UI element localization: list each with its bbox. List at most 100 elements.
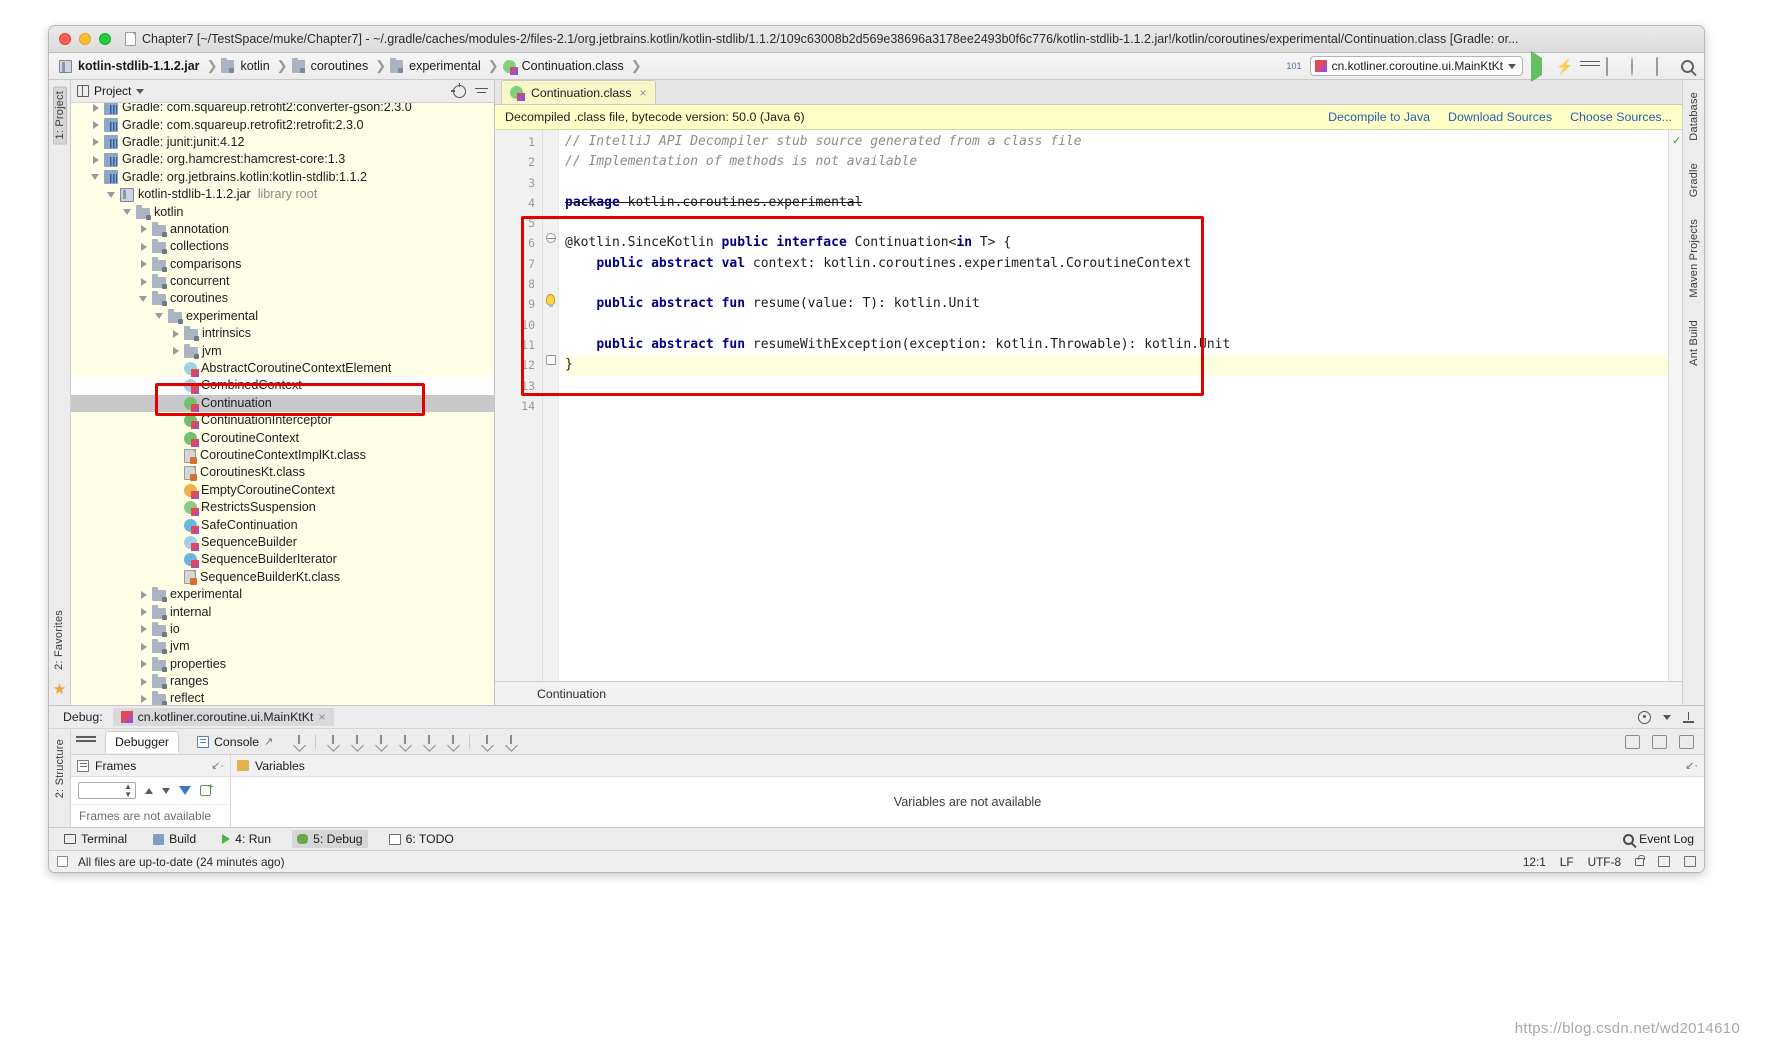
settings-icon[interactable]	[1625, 734, 1640, 749]
breadcrumb-item-experimental[interactable]: experimental	[390, 57, 484, 73]
code-line[interactable]: public abstract fun resume(value: T): ko…	[565, 294, 1668, 314]
tree-node[interactable]: Continuation	[71, 394, 494, 413]
tree-node[interactable]: CoroutinesKt.class	[71, 464, 494, 481]
run-button[interactable]	[1531, 50, 1548, 82]
intention-bulb-icon[interactable]	[546, 294, 555, 307]
editor-marker-rail[interactable]: ✓	[1668, 130, 1682, 681]
tool-window-build[interactable]: Build	[148, 830, 201, 848]
tool-window-ant[interactable]: Ant Build	[1688, 316, 1700, 370]
mute-breakpoints-icon[interactable]	[503, 734, 518, 749]
tree-expand-arrow-icon[interactable]	[123, 207, 133, 217]
tree-expand-arrow-icon[interactable]	[139, 624, 149, 634]
code-line[interactable]: // Implementation of methods is not avai…	[565, 152, 1668, 172]
restore-layout-icon[interactable]	[1679, 734, 1694, 749]
step-out-icon[interactable]	[397, 734, 412, 749]
editor-tab-continuation[interactable]: Continuation.class ×	[501, 80, 656, 104]
drop-frame-icon[interactable]	[421, 734, 436, 749]
tool-window-debug[interactable]: 5: Debug	[292, 830, 368, 848]
tree-expand-arrow-icon[interactable]	[139, 294, 149, 304]
tree-node[interactable]: EmptyCoroutineContext	[71, 482, 494, 499]
filter-icon[interactable]	[179, 786, 191, 795]
chevron-down-icon[interactable]	[136, 88, 145, 94]
fold-end-icon[interactable]	[546, 355, 556, 365]
code-line[interactable]	[565, 376, 1668, 396]
line-separator[interactable]: LF	[1560, 855, 1574, 869]
pin-icon[interactable]: ↙·	[1685, 759, 1698, 772]
step-over-icon[interactable]	[325, 734, 340, 749]
tree-expand-arrow-icon[interactable]	[155, 311, 165, 321]
tool-window-run[interactable]: 4: Run	[217, 830, 276, 848]
tree-expand-arrow-icon[interactable]	[139, 677, 149, 687]
tree-node[interactable]: Gradle: com.squareup.retrofit2:converter…	[71, 103, 494, 116]
tree-node[interactable]: SequenceBuilderIterator	[71, 551, 494, 569]
tree-node[interactable]: coroutines	[71, 290, 494, 307]
tree-node[interactable]: jvm	[71, 638, 494, 655]
force-step-into-icon[interactable]	[373, 734, 388, 749]
tool-window-structure[interactable]: 2: Structure	[54, 735, 66, 802]
code-line[interactable]	[565, 213, 1668, 233]
debug-button[interactable]	[1581, 58, 1598, 75]
tree-expand-arrow-icon[interactable]	[139, 694, 149, 704]
tree-expand-arrow-icon[interactable]	[91, 155, 101, 165]
favorites-star-icon[interactable]: ★	[53, 682, 66, 697]
customize-threads-icon[interactable]: +	[200, 783, 215, 798]
tree-node[interactable]: experimental	[71, 308, 494, 325]
thread-selector[interactable]: ▲ ▼	[78, 782, 136, 799]
tree-node[interactable]: SequenceBuilderKt.class	[71, 569, 494, 586]
tree-node[interactable]: ContinuationInterceptor	[71, 412, 494, 430]
pin-icon[interactable]	[1652, 734, 1667, 749]
tool-window-maven[interactable]: Maven Projects	[1688, 215, 1700, 302]
tree-expand-arrow-icon[interactable]	[171, 346, 181, 356]
tree-node[interactable]: experimental	[71, 586, 494, 603]
tree-node[interactable]: internal	[71, 603, 494, 620]
tab-console[interactable]: Console ↗	[188, 732, 282, 752]
tree-node[interactable]: kotlin	[71, 203, 494, 220]
tab-debugger[interactable]: Debugger	[105, 730, 180, 753]
close-icon[interactable]: ×	[318, 710, 325, 724]
tree-expand-arrow-icon[interactable]	[139, 659, 149, 669]
event-log-button[interactable]: Event Log	[1623, 832, 1694, 846]
branch-icon[interactable]	[1658, 856, 1670, 867]
tree-expand-arrow-icon[interactable]	[171, 329, 181, 339]
tree-expand-arrow-icon[interactable]	[139, 607, 149, 617]
search-everywhere-button[interactable]	[1681, 58, 1698, 75]
tree-node[interactable]: jvm	[71, 342, 494, 359]
frame-up-icon[interactable]	[145, 787, 153, 794]
tool-window-terminal[interactable]: Terminal	[59, 830, 132, 848]
tree-node[interactable]: comparisons	[71, 256, 494, 273]
tree-node[interactable]: reflect	[71, 690, 494, 705]
caret-position[interactable]: 12:1	[1523, 855, 1546, 869]
code-line[interactable]	[565, 396, 1668, 416]
maximize-window-button[interactable]	[99, 33, 111, 45]
code-text[interactable]: // IntelliJ API Decompiler stub source g…	[559, 130, 1668, 681]
trash-icon[interactable]	[1684, 856, 1696, 867]
tree-node[interactable]: AbstractCoroutineContextElement	[71, 360, 494, 378]
project-tree[interactable]: Gradle: com.squareup.retrofit2:converter…	[71, 103, 494, 705]
file-encoding[interactable]: UTF-8	[1588, 855, 1621, 869]
tree-expand-arrow-icon[interactable]	[91, 172, 101, 182]
pin-icon[interactable]: ↙·	[211, 759, 224, 772]
tool-window-project[interactable]: 1: Project	[52, 86, 67, 145]
hide-icon[interactable]	[1683, 711, 1694, 723]
window-controls[interactable]	[59, 33, 111, 45]
code-line[interactable]: }	[565, 355, 1668, 376]
debug-session-tab[interactable]: cn.kotliner.coroutine.ui.MainKtKt ×	[112, 708, 334, 726]
tree-expand-arrow-icon[interactable]	[91, 120, 101, 130]
minimize-window-button[interactable]	[79, 33, 91, 45]
code-line[interactable]: public abstract fun resumeWithException(…	[565, 335, 1668, 355]
frame-down-icon[interactable]	[162, 787, 170, 794]
close-icon[interactable]: ×	[636, 86, 646, 100]
breadcrumb-item-coroutines[interactable]: coroutines	[291, 57, 372, 73]
tree-node[interactable]: concurrent	[71, 273, 494, 290]
code-line[interactable]: // IntelliJ API Decompiler stub source g…	[565, 132, 1668, 152]
close-window-button[interactable]	[59, 33, 71, 45]
tree-expand-arrow-icon[interactable]	[107, 190, 117, 200]
tree-node[interactable]: collections	[71, 238, 494, 255]
tool-window-todo[interactable]: 6: TODO	[384, 830, 459, 848]
tool-window-database[interactable]: Database	[1688, 88, 1700, 145]
layout-button[interactable]	[1656, 56, 1673, 76]
target-icon[interactable]	[451, 82, 466, 98]
chevron-down-icon[interactable]	[1663, 714, 1671, 720]
tree-expand-arrow-icon[interactable]	[139, 642, 149, 652]
evaluate-expression-icon[interactable]	[479, 734, 494, 749]
